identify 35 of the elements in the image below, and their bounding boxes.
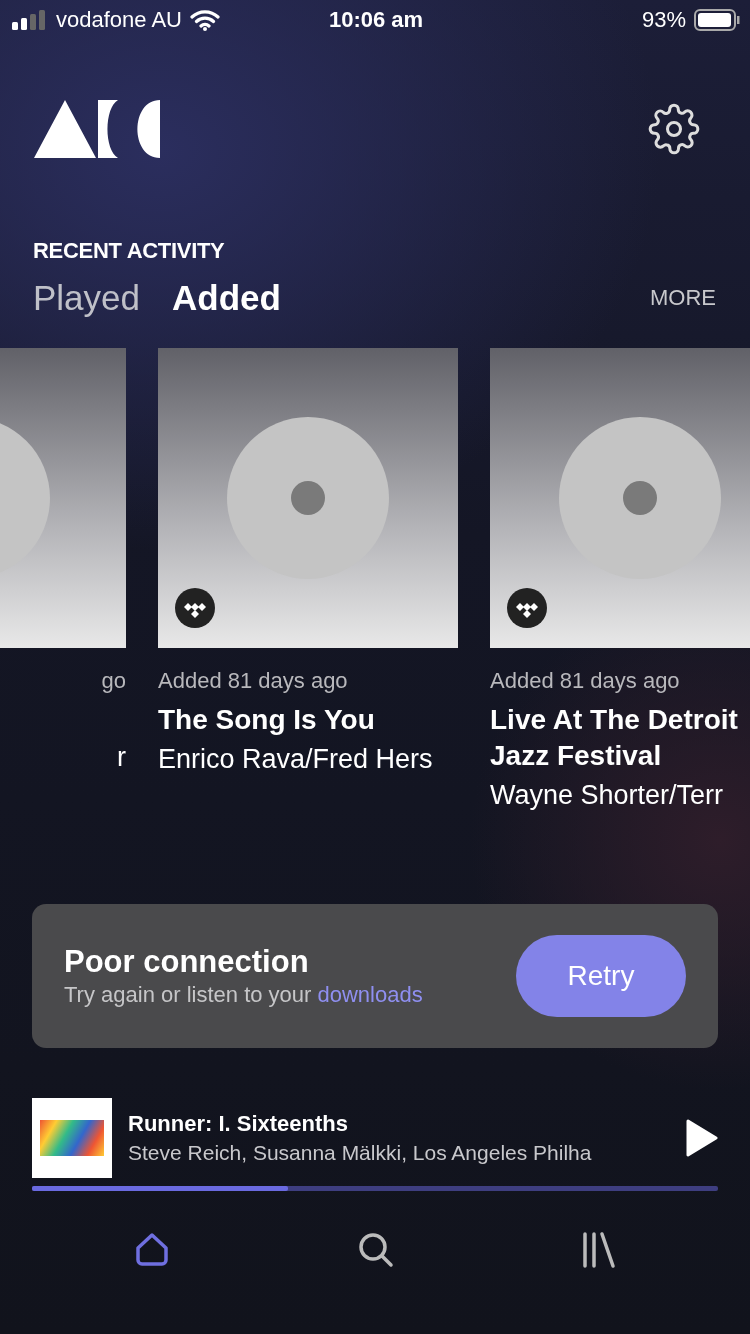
- added-date: Added 81 days ago: [490, 668, 681, 694]
- wifi-icon: [190, 9, 220, 31]
- signal-icon: [12, 10, 48, 30]
- more-link[interactable]: MORE: [650, 285, 716, 311]
- album-title: Live At The Detroit Jazz Festival: [490, 703, 739, 773]
- diamonds-icon: [507, 588, 547, 628]
- track-title: Runner: I. Sixteenths: [128, 1111, 350, 1137]
- album-artist: Enrico Rava/Fred Hers: [158, 743, 434, 776]
- album-artist: r: [117, 741, 126, 774]
- disc-icon: [227, 417, 389, 579]
- album-title: The Song Is You: [158, 703, 376, 737]
- tab[interactable]: Played: [33, 278, 141, 318]
- section-heading: RECENT ACTIVITY: [32, 238, 226, 264]
- banner-title: Poor connection: [64, 944, 310, 980]
- app-logo-icon: [34, 100, 160, 158]
- album-cover[interactable]: [490, 348, 750, 648]
- battery-icon: [694, 9, 740, 31]
- search-icon[interactable]: [358, 1232, 394, 1268]
- diamonds-icon: [175, 588, 215, 628]
- library-icon[interactable]: [582, 1231, 616, 1269]
- settings-icon[interactable]: [648, 103, 700, 155]
- tab[interactable]: Added: [172, 278, 281, 318]
- added-date: Added 81 days ago: [158, 668, 349, 694]
- carrier-name: vodafone AU: [56, 7, 182, 33]
- disc-icon: [559, 417, 721, 579]
- play-icon[interactable]: [686, 1119, 718, 1157]
- clock-time: 10:06 am: [328, 7, 424, 33]
- banner-message: Try again or listen to your downloads: [64, 982, 423, 1008]
- home-icon[interactable]: [134, 1232, 170, 1268]
- battery-percent: 93%: [641, 7, 686, 33]
- album-cover[interactable]: [0, 348, 126, 648]
- album-cover[interactable]: [158, 348, 458, 648]
- added-date: go: [101, 668, 126, 694]
- album-artist: Wayne Shorter/Terr: [490, 779, 725, 812]
- track-artist: Steve Reich, Susanna Mälkki, Los Angeles Philha: [128, 1141, 593, 1165]
